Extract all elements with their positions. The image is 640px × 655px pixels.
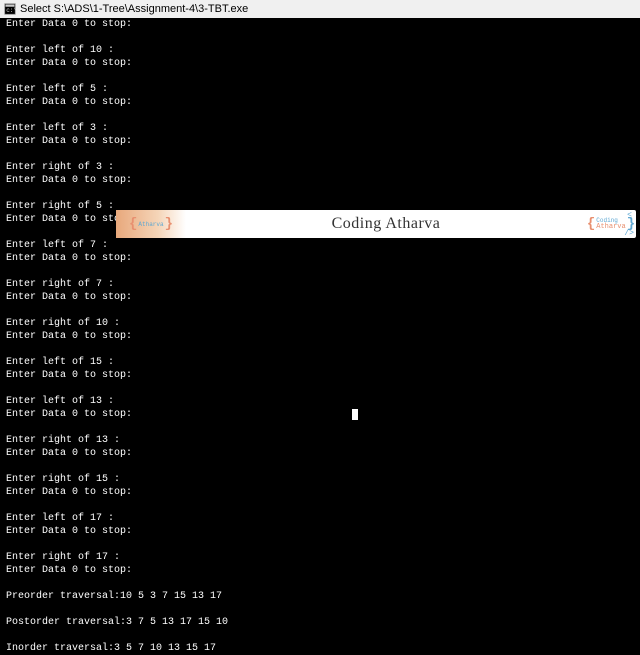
console-line: Postorder traversal:3 7 5 13 17 15 10 [6,616,634,629]
console-line: Enter Data 0 to stop: [6,408,634,421]
console-line [6,31,634,44]
console-line: Enter Data 0 to stop: [6,252,634,265]
console-line [6,70,634,83]
console-line: Enter right of 17 : [6,551,634,564]
angle-close-icon: /> [624,229,634,238]
console-line [6,629,634,642]
brace-close-icon: } [165,216,173,232]
console-line [6,499,634,512]
console-line [6,538,634,551]
console-line: Enter Data 0 to stop: [6,369,634,382]
text-cursor [352,409,358,420]
watermark-right-stack: Coding Atharva [596,218,625,231]
console-line: Enter Data 0 to stop: [6,135,634,148]
console-line: Enter left of 7 : [6,239,634,252]
console-line: Enter Data 0 to stop: [6,330,634,343]
watermark-banner: { Atharva } Coding Atharva < { Coding At… [116,210,636,238]
console-line: Enter Data 0 to stop: [6,174,634,187]
console-line [6,343,634,356]
watermark-left-label: Atharva [138,221,163,228]
console-line: Preorder traversal:10 5 3 7 15 13 17 [6,590,634,603]
console-line: Enter left of 10 : [6,44,634,57]
console-line: Enter right of 13 : [6,434,634,447]
console-output[interactable]: Enter Data 0 to stop:Enter left of 10 :E… [0,18,640,655]
console-line: Enter right of 7 : [6,278,634,291]
svg-text:c:\: c:\ [6,7,16,14]
console-line: Enter left of 5 : [6,83,634,96]
console-line: Enter Data 0 to stop: [6,525,634,538]
console-line [6,187,634,200]
brace-open-icon: { [587,216,595,232]
console-line [6,382,634,395]
console-line: Enter left of 15 : [6,356,634,369]
console-line [6,304,634,317]
console-line [6,577,634,590]
console-line [6,603,634,616]
app-icon: c:\ [4,3,16,15]
console-line: Inorder traversal:3 5 7 10 13 15 17 [6,642,634,655]
console-line: Enter Data 0 to stop: [6,486,634,499]
console-line [6,460,634,473]
titlebar-path: S:\ADS\1-Tree\Assignment-4\3-TBT.exe [54,3,249,15]
console-line [6,148,634,161]
watermark-title: Coding Atharva [332,215,441,233]
console-line: Enter right of 15 : [6,473,634,486]
console-line: Enter Data 0 to stop: [6,564,634,577]
console-line: Enter left of 13 : [6,395,634,408]
titlebar-prefix: Select [20,3,51,15]
brace-open-icon: { [129,216,137,232]
console-line: Enter Data 0 to stop: [6,18,634,31]
watermark-left-logo: { Atharva } [116,210,186,238]
watermark-right-logo: < { Coding Atharva } /> [586,210,636,238]
console-line [6,421,634,434]
console-line: Enter Data 0 to stop: [6,57,634,70]
console-line: Enter Data 0 to stop: [6,447,634,460]
console-line: Enter left of 3 : [6,122,634,135]
console-line [6,265,634,278]
console-line: Enter Data 0 to stop: [6,291,634,304]
window-titlebar[interactable]: c:\ Select S:\ADS\1-Tree\Assignment-4\3-… [0,0,640,18]
console-line [6,109,634,122]
watermark-right-bottom: Atharva [596,224,625,231]
console-line: Enter right of 3 : [6,161,634,174]
console-line: Enter Data 0 to stop: [6,96,634,109]
console-line: Enter left of 17 : [6,512,634,525]
angle-open-icon: < [627,211,632,220]
console-line: Enter right of 10 : [6,317,634,330]
